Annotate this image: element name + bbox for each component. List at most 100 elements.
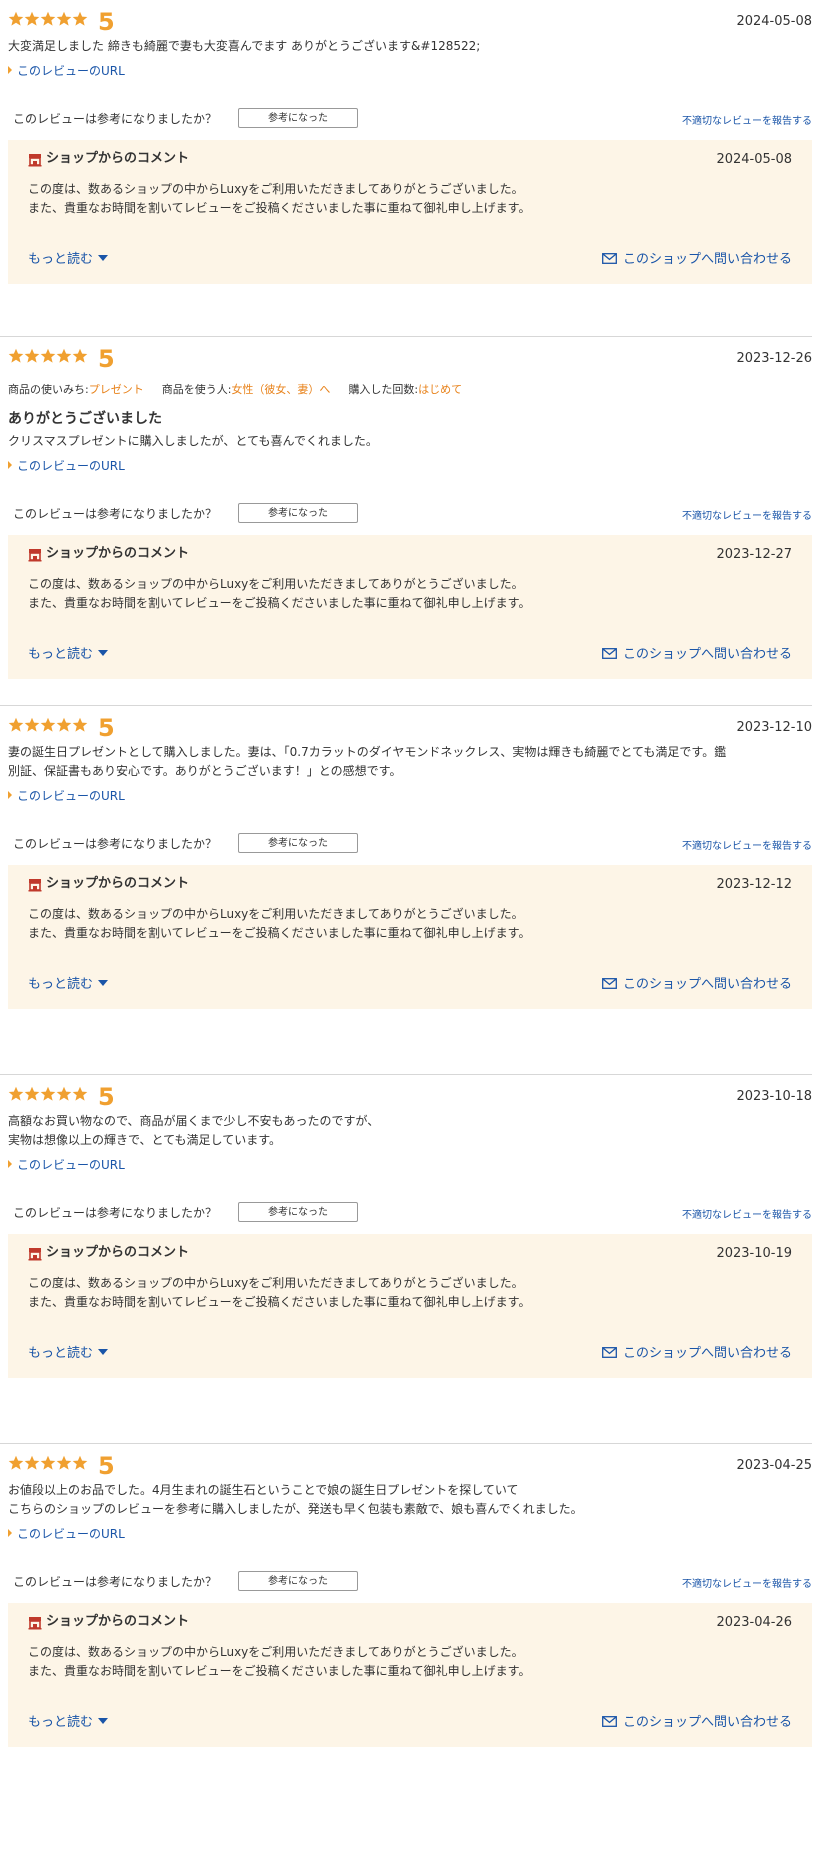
review-url-link[interactable]: このレビューのURL (8, 63, 125, 79)
review-body-line: 大変満足しました 締きも綺麗で妻も大変喜んでます ありがとうございます&#128… (8, 39, 481, 53)
review-item: 5 2023-12-26 商品の使いみち:プレゼント 商品を使う人:女性（彼女、妻）へ… (0, 337, 812, 706)
report-review-link[interactable]: 不適切なレビューを報告する (682, 1209, 812, 1223)
review-attributes: 商品の使いみち:プレゼント 商品を使う人:女性（彼女、妻）へ 購入した回数:はじめて (8, 383, 480, 397)
shop-comment-title: ショップからのコメント (46, 1614, 190, 1629)
review-url-link[interactable]: このレビューのURL (8, 1526, 125, 1542)
triangle-right-icon (8, 791, 12, 799)
attribute-label: 商品の使いみち: (8, 383, 89, 396)
star-rating (8, 1086, 88, 1102)
review-body: お値段以上のお品でした。4月生まれの誕生石ということで娘の誕生日プレゼントを探し… (8, 1481, 808, 1519)
rating-score: 5 (98, 1083, 115, 1111)
shop-comment-date: 2023-04-26 (716, 1615, 792, 1630)
review-date: 2023-12-26 (736, 351, 812, 366)
read-more-link[interactable]: もっと読む (28, 1346, 109, 1362)
triangle-right-icon (8, 66, 12, 74)
review-date: 2023-10-18 (736, 1089, 812, 1104)
review-date: 2024-05-08 (736, 14, 812, 29)
star-icon (56, 717, 72, 733)
review-body-line: クリスマスプレゼントに購入しましたが、とても喜んでくれました。 (8, 434, 378, 448)
shop-icon (28, 877, 42, 892)
review-url-label: このレビューのURL (17, 64, 125, 78)
star-rating (8, 348, 88, 364)
helpful-button[interactable]: 参考になった (238, 1202, 358, 1222)
review-item: 5 2024-05-08 大変満足しました 締きも綺麗で妻も大変喜んでます ありがと… (0, 0, 812, 337)
contact-shop-link[interactable]: このショップへ問い合わせる (602, 252, 792, 268)
review-attribute: 商品を使う人:女性（彼女、妻）へ (162, 383, 331, 397)
shop-comment-date: 2024-05-08 (716, 152, 792, 167)
shop-icon (28, 547, 42, 562)
report-review-link[interactable]: 不適切なレビューを報告する (682, 1578, 812, 1592)
star-icon (40, 348, 56, 364)
star-icon (8, 1086, 24, 1102)
helpful-question: このレビューは参考になりましたか？ (13, 507, 218, 521)
review-item: 5 2023-04-25 お値段以上のお品でした。4月生まれの誕生石ということで娘の… (0, 1444, 812, 1824)
shop-comment-box: ショップからのコメント 2023-04-26 この度は、数あるショップの中からLux… (8, 1603, 812, 1747)
read-more-label: もっと読む (28, 647, 94, 662)
review-date: 2023-12-10 (736, 720, 812, 735)
star-rating (8, 11, 88, 27)
review-body-line: 高額なお買い物なので、商品が届くまで少し不安もあったのですが、 (8, 1114, 380, 1128)
review-date: 2023-04-25 (736, 1458, 812, 1473)
star-icon (40, 1086, 56, 1102)
star-icon (72, 1086, 88, 1102)
review-header: 5 2023-12-26 (8, 345, 812, 373)
rating-score: 5 (98, 1452, 115, 1480)
attribute-value: 女性（彼女、妻）へ (231, 383, 331, 396)
triangle-right-icon (8, 1160, 12, 1168)
contact-shop-label: このショップへ問い合わせる (622, 252, 792, 267)
review-attribute: 商品の使いみち:プレゼント (8, 383, 144, 397)
star-icon (56, 1455, 72, 1471)
read-more-link[interactable]: もっと読む (28, 1715, 109, 1731)
helpful-button[interactable]: 参考になった (238, 833, 358, 853)
review-url-label: このレビューのURL (17, 1158, 125, 1172)
report-review-link[interactable]: 不適切なレビューを報告する (682, 115, 812, 129)
review-body: 大変満足しました 締きも綺麗で妻も大変喜んでます ありがとうございます&#128… (8, 37, 808, 56)
mail-icon (602, 1716, 617, 1727)
shop-comment-line: また、貴重なお時間を割いてレビューをご投稿くださいました事に重ねて御礼申し上げま… (28, 596, 531, 610)
shop-comment-body: この度は、数あるショップの中からLuxyをご利用いただきましてありがとうございま… (28, 180, 788, 218)
contact-shop-link[interactable]: このショップへ問い合わせる (602, 977, 792, 993)
review-header: 5 2023-10-18 (8, 1083, 812, 1111)
review-list: 5 2024-05-08 大変満足しました 締きも綺麗で妻も大変喜んでます ありがと… (0, 0, 819, 1853)
shop-comment-date: 2023-12-12 (716, 877, 792, 892)
shop-comment-body: この度は、数あるショップの中からLuxyをご利用いただきましてありがとうございま… (28, 1274, 788, 1312)
attribute-value: プレゼント (88, 383, 144, 396)
review-url-link[interactable]: このレビューのURL (8, 458, 125, 474)
read-more-link[interactable]: もっと読む (28, 977, 109, 993)
review-url-label: このレビューのURL (17, 459, 125, 473)
rating-score: 5 (98, 8, 115, 36)
attribute-label: 購入した回数: (348, 383, 419, 396)
review-body-line: こちらのショップのレビューを参考に購入しましたが、発送も早く包装も素敵で、娘も喜… (8, 1502, 583, 1516)
review-header: 5 2024-05-08 (8, 8, 812, 36)
read-more-link[interactable]: もっと読む (28, 252, 109, 268)
helpful-button[interactable]: 参考になった (238, 108, 358, 128)
review-body: クリスマスプレゼントに購入しましたが、とても喜んでくれました。 (8, 432, 808, 451)
helpful-row: このレビューは参考になりましたか？ 参考になった 不適切なレビューを報告する (13, 1571, 812, 1593)
helpful-question: このレビューは参考になりましたか？ (13, 1206, 218, 1220)
shop-icon (28, 152, 42, 167)
shop-icon (28, 1615, 42, 1630)
report-review-link[interactable]: 不適切なレビューを報告する (682, 510, 812, 524)
contact-shop-link[interactable]: このショップへ問い合わせる (602, 1346, 792, 1362)
review-url-link[interactable]: このレビューのURL (8, 1157, 125, 1173)
report-review-link[interactable]: 不適切なレビューを報告する (682, 840, 812, 854)
star-icon (40, 1455, 56, 1471)
star-icon (24, 1455, 40, 1471)
shop-comment-title: ショップからのコメント (46, 1245, 190, 1260)
read-more-label: もっと読む (28, 1346, 94, 1361)
contact-shop-link[interactable]: このショップへ問い合わせる (602, 647, 792, 663)
chevron-down-icon (98, 980, 109, 986)
shop-comment-line: この度は、数あるショップの中からLuxyをご利用いただきましてありがとうございま… (28, 182, 524, 196)
read-more-link[interactable]: もっと読む (28, 647, 109, 663)
helpful-question: このレビューは参考になりましたか？ (13, 837, 218, 851)
review-url-link[interactable]: このレビューのURL (8, 788, 125, 804)
helpful-button[interactable]: 参考になった (238, 503, 358, 523)
mail-icon (602, 648, 617, 659)
chevron-down-icon (98, 650, 109, 656)
shop-comment-title: ショップからのコメント (46, 546, 190, 561)
contact-shop-link[interactable]: このショップへ問い合わせる (602, 1715, 792, 1731)
helpful-button[interactable]: 参考になった (238, 1571, 358, 1591)
star-icon (56, 1086, 72, 1102)
shop-icon (28, 1246, 42, 1261)
shop-comment-box: ショップからのコメント 2023-10-19 この度は、数あるショップの中からLux… (8, 1234, 812, 1378)
